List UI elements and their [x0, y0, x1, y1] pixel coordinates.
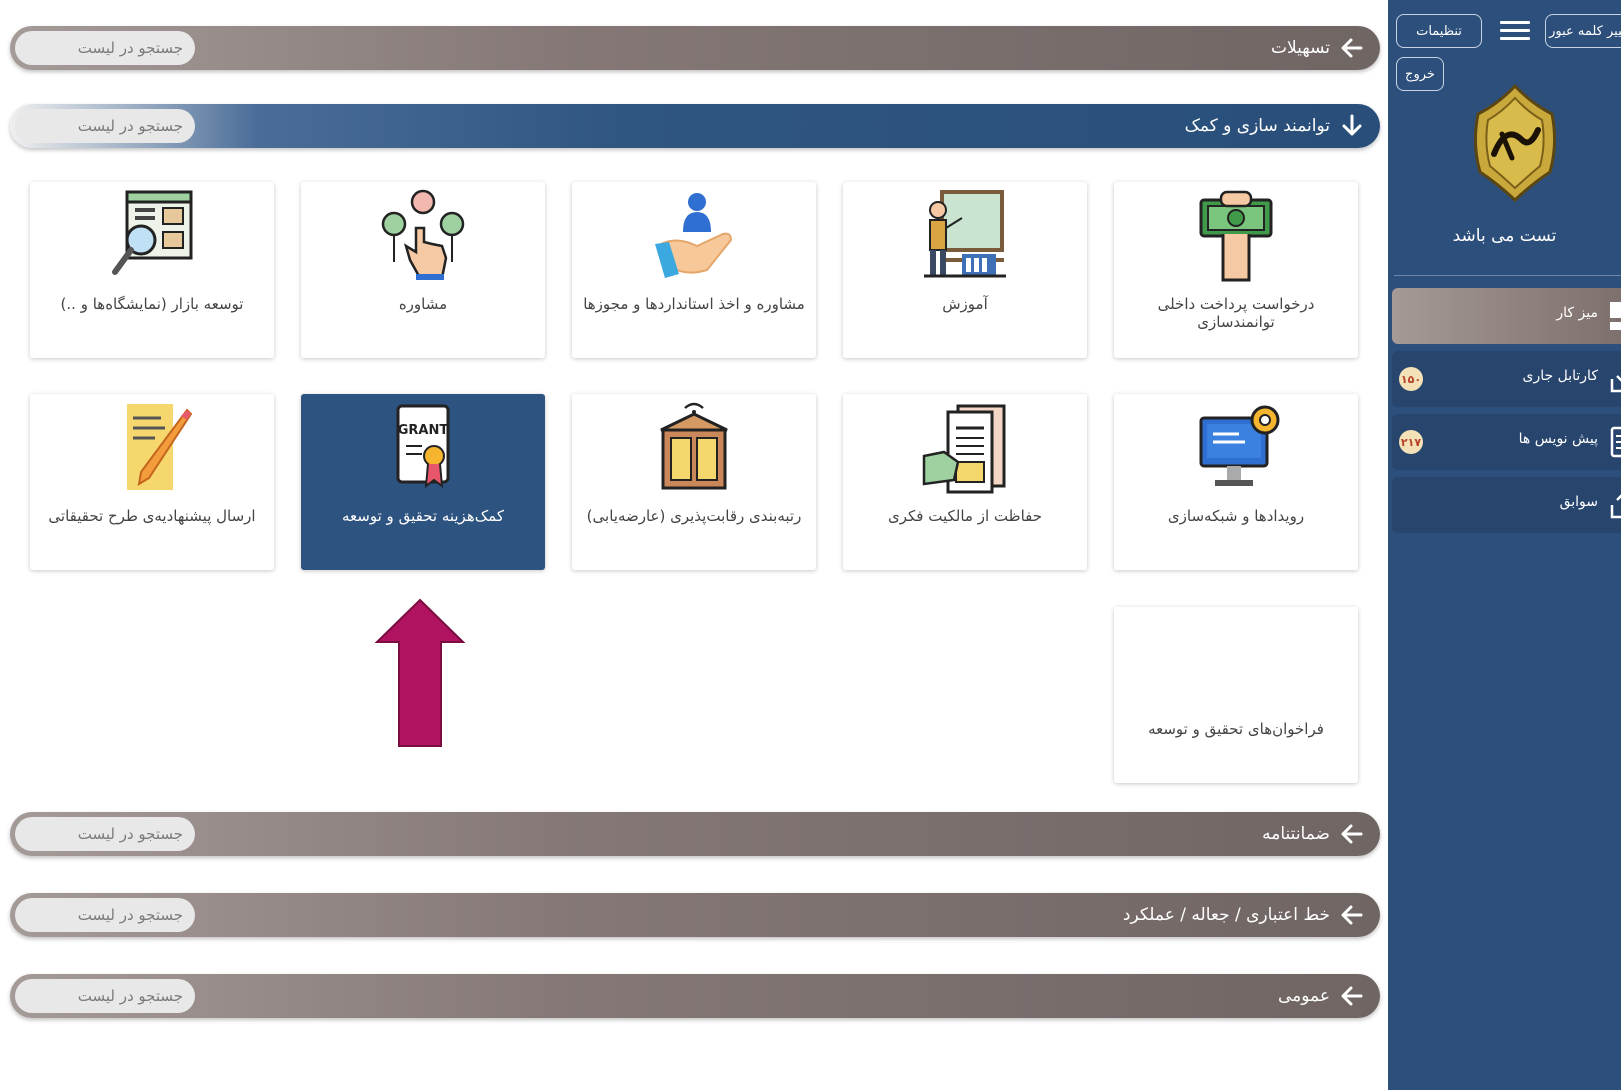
search-input[interactable] [15, 817, 195, 851]
dashboard-icon [1610, 302, 1621, 330]
section-title: عمومی [1277, 986, 1330, 1006]
settings-button[interactable]: تنظیمات [1396, 14, 1482, 48]
nav-label: کارتابل جاری [1522, 368, 1598, 384]
section-title: توانمند سازی و کمک [1184, 116, 1330, 136]
section-bar-credit-line[interactable]: خط اعتباری / جعاله / عملکرد [10, 893, 1380, 937]
search-input[interactable] [15, 979, 195, 1013]
section-header-general[interactable]: عمومی [1278, 982, 1366, 1010]
section-bar-facilities[interactable]: تسهیلات [10, 26, 1380, 70]
arrow-left-icon [1338, 982, 1366, 1010]
section-header-empowerment[interactable]: توانمند سازی و کمک [1185, 112, 1366, 140]
section-title: تسهیلات [1270, 38, 1330, 58]
card-market-development[interactable]: توسعه بازار (نمایشگاه‌ها و ..) [30, 182, 274, 358]
logo [1473, 84, 1557, 202]
divider [1394, 275, 1621, 276]
section-bar-guarantee[interactable]: ضمانتنامه [10, 812, 1380, 856]
change-password-button[interactable]: تغییر کلمه عبور [1545, 14, 1621, 48]
building-wifi-icon [660, 402, 728, 490]
card-label: توسعه بازار (نمایشگاه‌ها و ..) [60, 295, 244, 313]
outbox-icon [1610, 494, 1621, 519]
card-label: فراخوان‌های تحقیق و توسعه [1148, 720, 1324, 738]
card-competitiveness-rating[interactable]: رتبه‌بندی رقابت‌پذیری (عارضه‌یابی) [572, 394, 816, 570]
nav-item-drafts[interactable]: پیش نویس ها ۲۱۷ [1392, 414, 1621, 470]
grant-certificate-icon: GRANT [396, 404, 450, 489]
search-input[interactable] [15, 31, 195, 65]
market-magnifier-icon [112, 190, 193, 275]
arrow-down-icon [1338, 112, 1366, 140]
section-bar-general[interactable]: عمومی [10, 974, 1380, 1018]
username: تست می باشد [1452, 226, 1557, 246]
card-events-networking[interactable]: رویدادها و شبکه‌سازی [1114, 394, 1358, 570]
notepad-pencil-icon [127, 404, 193, 490]
nav-item-dashboard[interactable]: میز کار [1392, 288, 1621, 344]
nav-label: سوابق [1559, 494, 1598, 510]
card-label: آموزش [942, 295, 988, 313]
section-header-facilities[interactable]: تسهیلات [1271, 34, 1366, 62]
count-badge: ۲۱۷ [1399, 430, 1423, 454]
card-rd-grant[interactable]: GRANT کمک‌هزینه تحقیق و توسعه [301, 394, 545, 570]
section-header-credit-line[interactable]: خط اعتباری / جعاله / عملکرد [1123, 901, 1366, 929]
main-content: تسهیلات توانمند سازی و کمک درخواست پرد [0, 0, 1388, 1090]
logout-button[interactable]: خروج [1396, 57, 1444, 91]
nav-label: پیش نویس ها [1518, 431, 1598, 447]
touch-network-icon [381, 189, 465, 280]
document-hand-icon [922, 404, 1006, 494]
card-label: درخواست پرداخت داخلی توانمندسازی [1157, 295, 1315, 331]
card-label: مشاوره و اخذ استانداردها و مجوزها [583, 295, 805, 313]
nav-item-current-inbox[interactable]: کارتابل جاری ۱۵۰ [1392, 351, 1621, 407]
card-consulting[interactable]: مشاوره [301, 182, 545, 358]
card-intellectual-property[interactable]: حفاظت از مالکیت فکری [843, 394, 1087, 570]
draft-icon [1610, 426, 1621, 458]
nav-item-history[interactable]: سوابق [1392, 477, 1621, 533]
card-consulting-standards[interactable]: مشاوره و اخذ استانداردها و مجوزها [572, 182, 816, 358]
card-label: رتبه‌بندی رقابت‌پذیری (عارضه‌یابی) [586, 507, 802, 525]
card-label: مشاوره [398, 295, 448, 313]
grant-text: GRANT [398, 423, 449, 438]
sidebar: تغییر کلمه عبور تنظیمات خروج تست می باشد… [1388, 0, 1621, 1090]
section-header-guarantee[interactable]: ضمانتنامه [1262, 820, 1366, 848]
card-training[interactable]: آموزش [843, 182, 1087, 358]
card-label: رویدادها و شبکه‌سازی [1167, 507, 1305, 525]
section-title: ضمانتنامه [1262, 824, 1330, 844]
count-badge: ۱۵۰ [1399, 367, 1423, 391]
section-bar-empowerment[interactable]: توانمند سازی و کمک [10, 104, 1380, 148]
card-label: ارسال پیشنهادیه‌ی طرح تحقیقاتی [48, 507, 256, 525]
search-input[interactable] [15, 898, 195, 932]
pointer-arrow-icon [375, 598, 465, 747]
arrow-left-icon [1338, 901, 1366, 929]
arrow-left-icon [1338, 34, 1366, 62]
hamburger-menu-icon[interactable] [1500, 16, 1530, 46]
teacher-board-icon [924, 190, 1006, 278]
search-input[interactable] [15, 109, 195, 143]
card-label: حفاظت از مالکیت فکری [888, 507, 1042, 525]
card-label: کمک‌هزینه تحقیق و توسعه [342, 507, 504, 525]
arrow-left-icon [1338, 820, 1366, 848]
card-internal-payment-request[interactable]: درخواست پرداخت داخلی توانمندسازی [1114, 182, 1358, 358]
hand-money-icon [1199, 190, 1273, 282]
nav-label: میز کار [1556, 305, 1598, 321]
computer-gear-icon [1199, 405, 1280, 486]
section-title: خط اعتباری / جعاله / عملکرد [1122, 905, 1330, 925]
card-research-proposal[interactable]: ارسال پیشنهادیه‌ی طرح تحقیقاتی [30, 394, 274, 570]
card-rd-calls[interactable]: فراخوان‌های تحقیق و توسعه [1114, 607, 1358, 783]
hand-person-icon [655, 193, 733, 278]
inbox-icon [1610, 375, 1621, 393]
